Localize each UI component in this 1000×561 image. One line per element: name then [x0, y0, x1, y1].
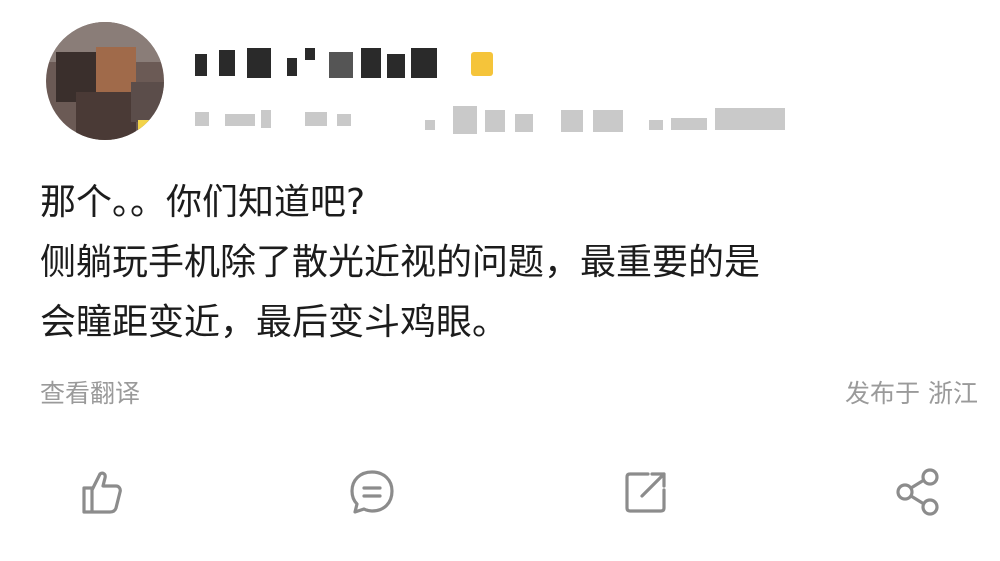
post-line: 那个。。你们知道吧?	[40, 182, 366, 223]
post-content: 那个。。你们知道吧? 侧躺玩手机除了散光近视的问题，最重要的是 会瞳距变近，最后…	[40, 173, 980, 353]
comment-button[interactable]	[342, 462, 402, 522]
like-button[interactable]	[72, 462, 132, 522]
share-icon	[896, 468, 939, 516]
repost-icon	[625, 472, 666, 513]
verified-badge-icon	[471, 52, 493, 76]
comment-icon	[350, 470, 394, 514]
action-bar	[0, 462, 1000, 522]
post-line: 侧躺玩手机除了散光近视的问题，最重要的是	[40, 242, 761, 283]
translate-link[interactable]: 查看翻译	[40, 374, 140, 410]
post-line: 会瞳距变近，最后变斗鸡眼。	[40, 302, 509, 343]
share-button[interactable]	[888, 462, 948, 522]
post-location: 发布于 浙江	[845, 379, 978, 408]
thumbs-up-icon	[82, 471, 122, 514]
repost-button[interactable]	[616, 462, 676, 522]
avatar[interactable]	[46, 22, 164, 140]
